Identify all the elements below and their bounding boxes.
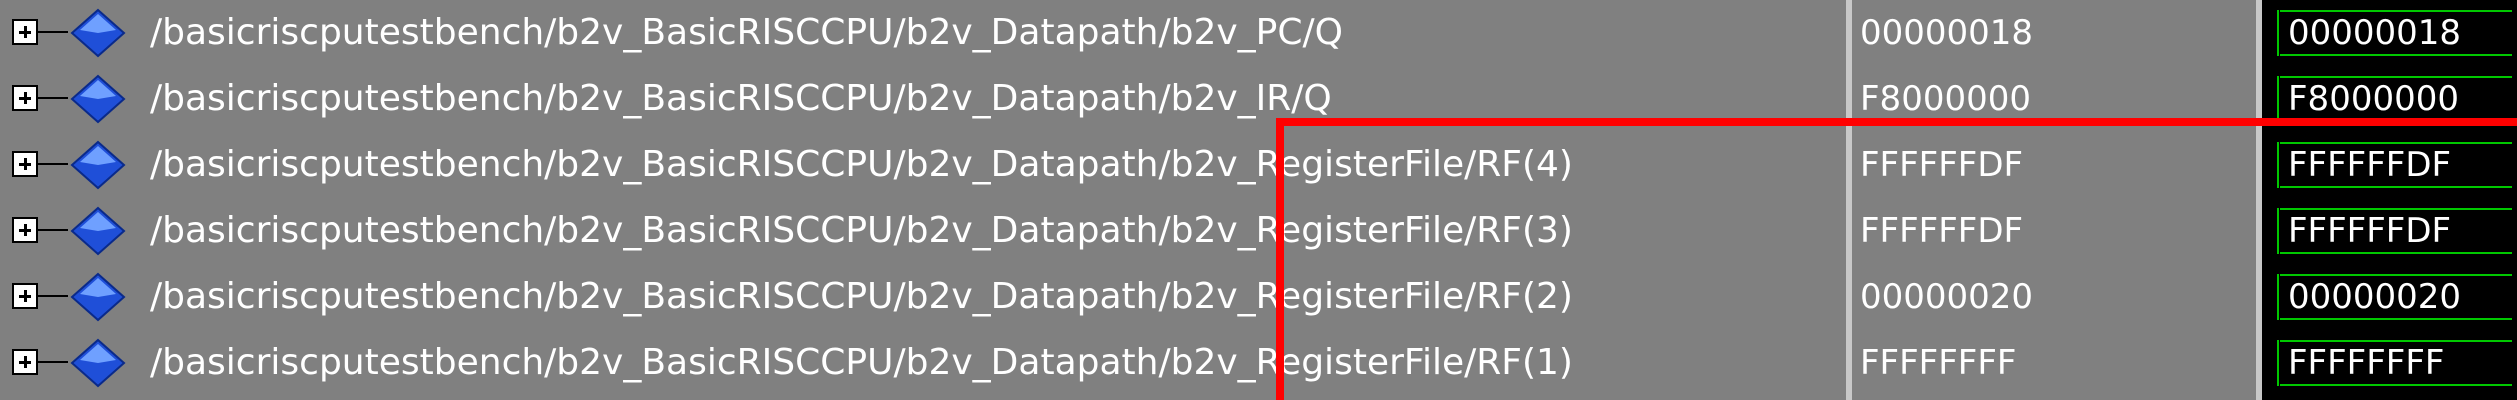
wave-transition [2277, 274, 2279, 320]
expand-plus-icon[interactable] [12, 85, 38, 111]
signal-row[interactable]: /basicriscputestbench/b2v_BasicRISCCPU/b… [0, 330, 1846, 396]
expand-plus-icon[interactable] [12, 283, 38, 309]
wave-transition [2277, 340, 2279, 386]
signal-row[interactable]: /basicriscputestbench/b2v_BasicRISCCPU/b… [0, 132, 1846, 198]
tree-connector [38, 361, 68, 363]
value-cell[interactable]: FFFFFFFF [1852, 330, 2256, 396]
signal-diamond-icon [70, 338, 126, 388]
value-cell[interactable]: FFFFFFDF [1852, 132, 2256, 198]
signal-values-pane: 00000018 F8000000 FFFFFFDF FFFFFFDF 0000… [1852, 0, 2256, 400]
waveform-value: FFFFFFFF [2288, 343, 2445, 383]
signal-row[interactable]: /basicriscputestbench/b2v_BasicRISCCPU/b… [0, 0, 1846, 66]
waveform-window: /basicriscputestbench/b2v_BasicRISCCPU/b… [0, 0, 2517, 400]
signal-path: /basicriscputestbench/b2v_BasicRISCCPU/b… [150, 12, 1343, 53]
signal-value: F8000000 [1860, 79, 2031, 119]
value-cell[interactable]: F8000000 [1852, 66, 2256, 132]
signal-diamond-icon [70, 272, 126, 322]
expand-plus-icon[interactable] [12, 151, 38, 177]
signal-value: 00000018 [1860, 13, 2034, 53]
waveform-row[interactable]: FFFFFFDF [2262, 132, 2517, 198]
signal-row[interactable]: /basicriscputestbench/b2v_BasicRISCCPU/b… [0, 66, 1846, 132]
waveform-row[interactable]: FFFFFFFF [2262, 330, 2517, 396]
signal-value: FFFFFFFF [1860, 343, 2017, 383]
waveform-row[interactable]: 00000018 [2262, 0, 2517, 66]
signal-names-pane: /basicriscputestbench/b2v_BasicRISCCPU/b… [0, 0, 1846, 400]
value-cell[interactable]: 00000020 [1852, 264, 2256, 330]
tree-connector [38, 163, 68, 165]
wave-transition [2277, 208, 2279, 254]
signal-value: 00000020 [1860, 277, 2034, 317]
waveform-row[interactable]: F8000000 [2262, 66, 2517, 132]
waveform-pane[interactable]: 00000018 F8000000 FFFFFFDF FFFFFFDF 0000… [2262, 0, 2517, 400]
waveform-value: 00000018 [2288, 13, 2462, 53]
signal-value: FFFFFFDF [1860, 145, 2024, 185]
signal-row[interactable]: /basicriscputestbench/b2v_BasicRISCCPU/b… [0, 264, 1846, 330]
waveform-value: 00000020 [2288, 277, 2462, 317]
wave-transition [2277, 76, 2279, 122]
expand-plus-icon[interactable] [12, 19, 38, 45]
waveform-value: FFFFFFDF [2288, 145, 2452, 185]
signal-path: /basicriscputestbench/b2v_BasicRISCCPU/b… [150, 342, 1573, 383]
signal-diamond-icon [70, 8, 126, 58]
waveform-value: FFFFFFDF [2288, 211, 2452, 251]
tree-connector [38, 229, 68, 231]
wave-transition [2277, 142, 2279, 188]
waveform-row[interactable]: 00000020 [2262, 264, 2517, 330]
signal-path: /basicriscputestbench/b2v_BasicRISCCPU/b… [150, 78, 1332, 119]
waveform-row[interactable]: FFFFFFDF [2262, 198, 2517, 264]
tree-connector [38, 31, 68, 33]
signal-diamond-icon [70, 206, 126, 256]
tree-connector [38, 97, 68, 99]
wave-transition [2277, 10, 2279, 56]
tree-connector [38, 295, 68, 297]
signal-path: /basicriscputestbench/b2v_BasicRISCCPU/b… [150, 210, 1573, 251]
expand-plus-icon[interactable] [12, 217, 38, 243]
signal-path: /basicriscputestbench/b2v_BasicRISCCPU/b… [150, 144, 1573, 185]
signal-path: /basicriscputestbench/b2v_BasicRISCCPU/b… [150, 276, 1573, 317]
signal-diamond-icon [70, 140, 126, 190]
signal-diamond-icon [70, 74, 126, 124]
signal-row[interactable]: /basicriscputestbench/b2v_BasicRISCCPU/b… [0, 198, 1846, 264]
expand-plus-icon[interactable] [12, 349, 38, 375]
signal-value: FFFFFFDF [1860, 211, 2024, 251]
value-cell[interactable]: 00000018 [1852, 0, 2256, 66]
waveform-value: F8000000 [2288, 79, 2459, 119]
value-cell[interactable]: FFFFFFDF [1852, 198, 2256, 264]
